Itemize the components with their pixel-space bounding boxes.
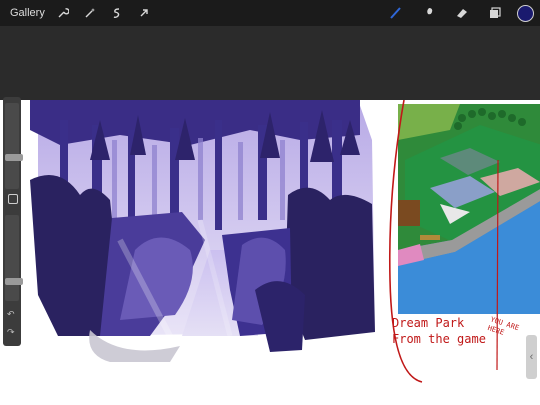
redo-icon[interactable]: ↷ xyxy=(7,327,17,337)
forest-painting xyxy=(30,100,375,362)
drawing-canvas[interactable]: Dream Park From the game YOU ARE HERE xyxy=(0,100,540,405)
smudge-icon[interactable] xyxy=(418,2,440,24)
chevron-left-icon[interactable]: ‹ xyxy=(526,335,537,379)
brush-size-slider[interactable] xyxy=(5,103,23,189)
eraser-icon[interactable] xyxy=(451,2,473,24)
layers-icon[interactable] xyxy=(484,2,506,24)
wrench-icon[interactable] xyxy=(54,4,72,22)
brush-size-knob[interactable] xyxy=(5,154,23,162)
brush-icon[interactable] xyxy=(385,2,407,24)
transform-arrow-icon[interactable] xyxy=(135,4,153,22)
annotation-from-game: From the game xyxy=(392,332,486,346)
gallery-button[interactable]: Gallery xyxy=(10,7,45,19)
selection-icon[interactable] xyxy=(108,4,126,22)
undo-icon[interactable]: ↶ xyxy=(7,309,17,319)
top-toolbar: Gallery xyxy=(0,0,540,26)
right-tools xyxy=(385,0,540,26)
brush-opacity-knob[interactable] xyxy=(5,278,23,286)
workspace-background xyxy=(0,26,540,100)
artwork-svg xyxy=(30,100,540,383)
modify-button[interactable] xyxy=(8,194,18,204)
color-picker-button[interactable] xyxy=(517,4,534,22)
brush-opacity-slider[interactable] xyxy=(5,215,23,301)
annotation-dream-park: Dream Park xyxy=(392,316,465,330)
magic-wand-icon[interactable] xyxy=(81,4,99,22)
left-sidebar: ↶ ↷ xyxy=(3,97,23,346)
